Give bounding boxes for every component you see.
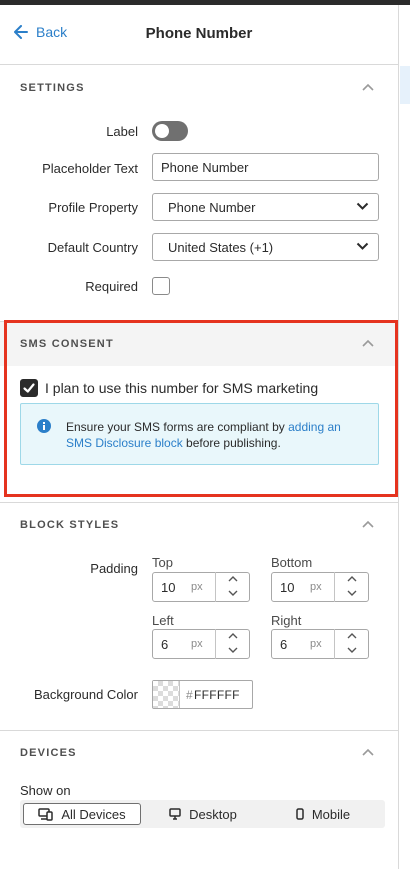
default-country-value: United States (+1) <box>168 240 274 255</box>
chevron-up-icon <box>347 633 357 639</box>
padding-right-label: Right <box>271 613 302 628</box>
background-color-value: FFFFFF <box>194 688 240 702</box>
settings-section-title: SETTINGS <box>20 82 85 94</box>
device-selector: All Devices Desktop Mobile <box>20 800 385 828</box>
padding-top-value: 10 <box>161 580 176 595</box>
show-on-label: Show on <box>20 783 71 798</box>
desktop-option[interactable]: Desktop <box>144 803 262 825</box>
chevron-up-icon <box>228 633 238 639</box>
devices-section-header[interactable]: DEVICES <box>0 731 398 775</box>
hex-hash: # <box>186 688 193 702</box>
chevron-up-icon <box>362 339 374 347</box>
increment-button[interactable] <box>216 572 251 587</box>
label-toggle[interactable] <box>152 121 188 141</box>
sms-marketing-checkbox[interactable] <box>20 379 38 397</box>
desktop-label: Desktop <box>189 806 237 822</box>
panel-edge-accent <box>400 66 410 104</box>
toggle-knob <box>155 124 169 138</box>
notice-prefix: Ensure your SMS forms are compliant by <box>66 420 289 434</box>
required-label: Required <box>85 279 138 294</box>
notice-suffix: before publishing. <box>182 436 281 450</box>
block-styles-section-header[interactable]: BLOCK STYLES <box>0 503 398 547</box>
padding-right-stepper[interactable]: 6 px <box>271 629 369 659</box>
sms-marketing-label: I plan to use this number for SMS market… <box>45 380 319 396</box>
panel-edge <box>398 5 399 869</box>
stepper-buttons <box>215 572 250 602</box>
page-title: Phone Number <box>145 25 253 42</box>
chevron-up-icon <box>362 520 374 528</box>
profile-property-value: Phone Number <box>168 200 256 215</box>
decrement-button[interactable] <box>216 587 251 602</box>
chevron-down-icon <box>356 202 369 210</box>
chevron-up-icon <box>362 83 374 91</box>
sms-compliance-notice: Ensure your SMS forms are compliant by a… <box>20 403 379 465</box>
stepper-buttons <box>215 629 250 659</box>
chevron-up-icon <box>362 748 374 756</box>
default-country-label: Default Country <box>47 240 138 255</box>
color-swatch[interactable] <box>153 681 180 708</box>
devices-section-title: DEVICES <box>20 747 77 759</box>
padding-label: Padding <box>90 561 138 576</box>
decrement-button[interactable] <box>335 587 370 602</box>
required-checkbox[interactable] <box>152 277 170 295</box>
background-color-field[interactable]: # FFFFFF <box>152 680 253 709</box>
decrement-button[interactable] <box>216 644 251 659</box>
profile-property-label: Profile Property <box>48 200 138 215</box>
padding-right-value: 6 <box>280 637 288 652</box>
padding-bottom-label: Bottom <box>271 555 313 570</box>
chevron-down-icon <box>347 647 357 653</box>
unit-label: px <box>191 581 203 593</box>
default-country-select[interactable]: United States (+1) <box>152 233 379 261</box>
mobile-label: Mobile <box>311 806 351 822</box>
chevron-up-icon <box>347 576 357 582</box>
padding-top-label: Top <box>152 555 173 570</box>
chevron-down-icon <box>356 242 369 250</box>
padding-left-value: 6 <box>161 637 169 652</box>
profile-property-select[interactable]: Phone Number <box>152 193 379 221</box>
chevron-down-icon <box>228 647 238 653</box>
padding-bottom-stepper[interactable]: 10 px <box>271 572 369 602</box>
mobile-option[interactable]: Mobile <box>264 803 382 825</box>
increment-button[interactable] <box>335 629 370 644</box>
sms-consent-section-header[interactable]: SMS CONSENT <box>0 322 398 366</box>
label-field-label: Label <box>106 124 138 139</box>
padding-left-label: Left <box>152 613 174 628</box>
panel-header: Back Phone Number <box>0 5 398 65</box>
placeholder-input[interactable] <box>152 153 379 181</box>
phone-icon <box>296 808 304 820</box>
chevron-down-icon <box>347 590 357 596</box>
sms-consent-section-title: SMS CONSENT <box>20 338 114 350</box>
unit-label: px <box>310 638 322 650</box>
all-devices-option[interactable]: All Devices <box>23 803 141 825</box>
padding-top-stepper[interactable]: 10 px <box>152 572 250 602</box>
all-devices-label: All Devices <box>61 806 126 822</box>
increment-button[interactable] <box>335 572 370 587</box>
checkmark-icon <box>23 383 35 393</box>
block-styles-section-title: BLOCK STYLES <box>20 519 120 531</box>
placeholder-field-label: Placeholder Text <box>42 161 138 176</box>
settings-section-header[interactable]: SETTINGS <box>0 66 398 110</box>
devices-icon <box>38 807 54 821</box>
stepper-buttons <box>334 572 369 602</box>
background-color-label: Background Color <box>33 687 138 702</box>
stepper-buttons <box>334 629 369 659</box>
padding-bottom-value: 10 <box>280 580 295 595</box>
info-circle-icon <box>37 419 51 433</box>
decrement-button[interactable] <box>335 644 370 659</box>
increment-button[interactable] <box>216 629 251 644</box>
unit-label: px <box>310 581 322 593</box>
monitor-icon <box>169 808 181 820</box>
chevron-down-icon <box>228 590 238 596</box>
sms-notice-text: Ensure your SMS forms are compliant by a… <box>66 419 366 451</box>
padding-left-stepper[interactable]: 6 px <box>152 629 250 659</box>
unit-label: px <box>191 638 203 650</box>
chevron-up-icon <box>228 576 238 582</box>
